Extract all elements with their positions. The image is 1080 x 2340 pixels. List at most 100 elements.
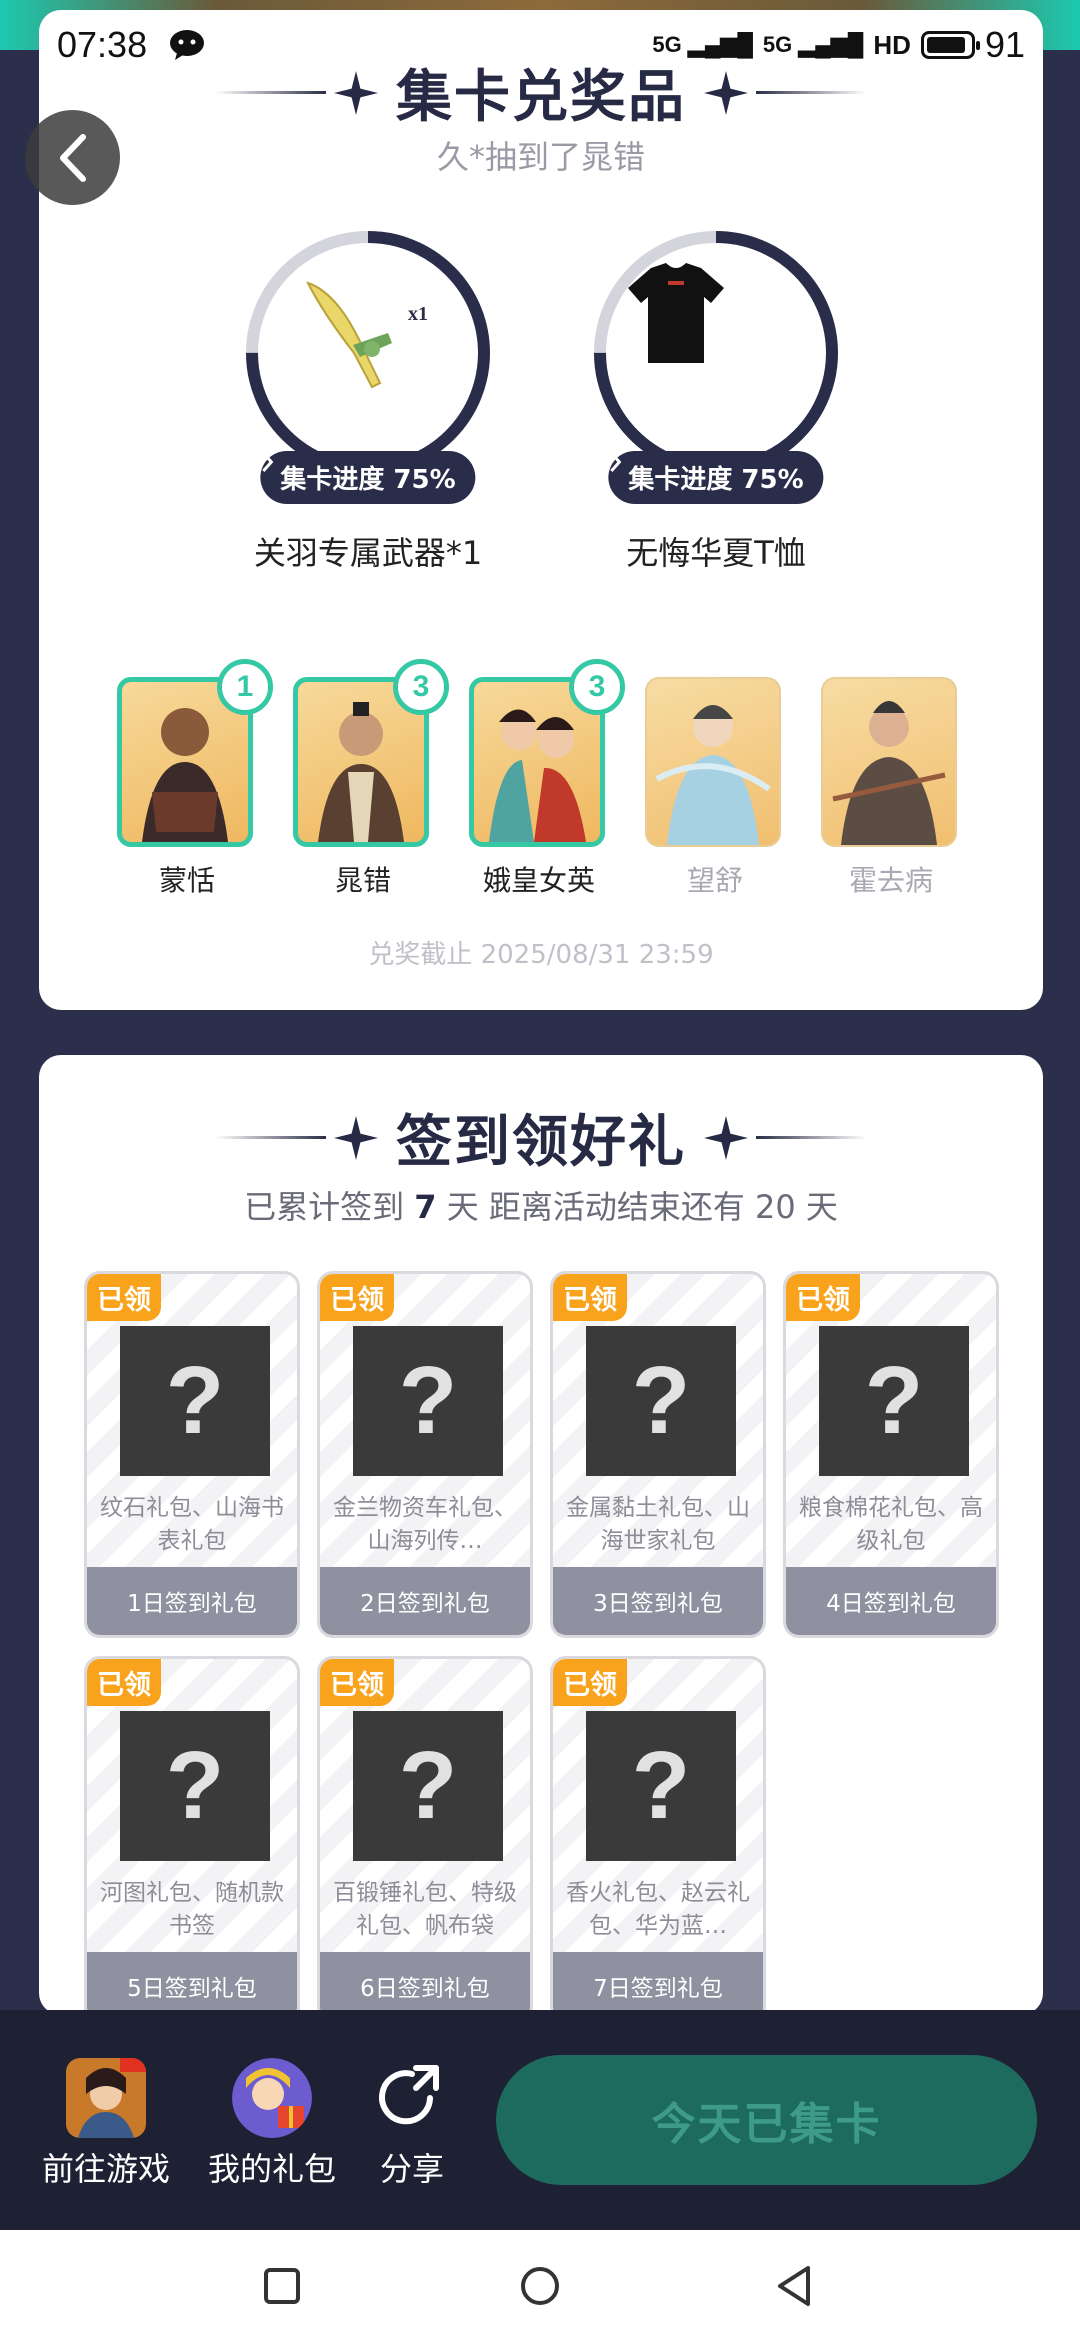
gift-day-label: 3日签到礼包 <box>553 1567 763 1635</box>
gift-image: ? <box>353 1326 503 1476</box>
claimed-tag: 已领 <box>87 1659 161 1706</box>
progress-label: 集卡进度 75% <box>280 465 456 495</box>
gift-day-5[interactable]: 已领 ? 河图礼包、随机款书签 5日签到礼包 <box>84 1656 300 2023</box>
claimed-tag: 已领 <box>320 1274 394 1321</box>
bottom-action-bar: 前往游戏 我的礼包 分享 今天已集卡 <box>0 2010 1080 2230</box>
progress-ring: 集卡进度 75% <box>591 228 841 504</box>
hero-card-ehuangnvying[interactable]: 3 娥皇女英 <box>469 659 625 899</box>
chevron-left-icon <box>59 133 86 182</box>
winner-ticker: 久*抽到了晁错 <box>436 138 645 176</box>
claimed-tag: 已领 <box>553 1659 627 1706</box>
gift-day-6[interactable]: 已领 ? 百锻锤礼包、特级礼包、帆布袋 6日签到礼包 <box>317 1656 533 2023</box>
tshirt-image <box>616 253 816 453</box>
recent-apps-button[interactable] <box>254 2258 310 2314</box>
prize-name: 关羽专属武器*1 <box>253 534 483 572</box>
hero-portrait <box>821 677 957 847</box>
gift-image: ? <box>120 1711 270 1861</box>
share-label: 分享 <box>379 2150 444 2188</box>
square-icon <box>264 2268 300 2304</box>
hd-indicator: HD <box>873 29 911 60</box>
gift-day-label: 4日签到礼包 <box>786 1567 996 1635</box>
my-gifts-label: 我的礼包 <box>208 2150 337 2188</box>
gift-day-4[interactable]: 已领 ? 粮食棉花礼包、高级礼包 4日签到礼包 <box>783 1271 999 1638</box>
chevron-right-icon <box>262 452 274 472</box>
hero-card-wangshu[interactable]: 望舒 <box>645 677 785 899</box>
sparkle-icon <box>704 1115 748 1160</box>
question-mark-icon: ? <box>864 1347 924 1454</box>
signin-summary: 已累计签到 7 天 距离活动结束还有 20 天 <box>39 1182 1043 1228</box>
summary-prefix: 已累计签到 <box>244 1188 415 1226</box>
gift-day-1[interactable]: 已领 ? 纹石礼包、山海书表礼包 1日签到礼包 <box>84 1271 300 1638</box>
triangle-back-icon <box>778 2266 810 2306</box>
question-mark-icon: ? <box>398 1732 458 1839</box>
collect-progress-pill[interactable]: 集卡进度 75% <box>260 451 476 504</box>
question-mark-icon: ? <box>398 1347 458 1454</box>
question-mark-icon: ? <box>631 1732 691 1839</box>
title-line-right <box>756 1136 866 1139</box>
go-to-game-button[interactable]: 前往游戏 <box>42 2058 170 2190</box>
gift-day-7[interactable]: 已领 ? 香火礼包、赵云礼包、华为蓝… 7日签到礼包 <box>550 1656 766 2023</box>
hero-name: 望舒 <box>686 864 743 897</box>
question-mark-icon: ? <box>165 1732 225 1839</box>
claimed-tag: 已领 <box>320 1659 394 1706</box>
my-gifts-icon <box>232 2058 312 2138</box>
hero-card-huoqubing[interactable]: 霍去病 <box>821 677 961 899</box>
share-icon <box>372 2058 452 2138</box>
hero-name: 霍去病 <box>848 864 933 897</box>
gift-day-label: 2日签到礼包 <box>320 1567 530 1635</box>
back-button[interactable] <box>25 110 120 205</box>
question-mark-icon: ? <box>165 1347 225 1454</box>
gift-image: ? <box>120 1326 270 1476</box>
battery-level: 91 <box>984 24 1025 65</box>
gift-desc: 粮食棉花礼包、高级礼包 <box>799 1495 983 1554</box>
hero-portrait <box>645 677 781 847</box>
prize-name: 无悔华夏T恤 <box>626 534 806 572</box>
share-button[interactable]: 分享 <box>372 2058 452 2190</box>
question-mark-icon: ? <box>631 1347 691 1454</box>
signin-section-title: 签到领好礼 <box>39 1097 1043 1178</box>
game-app-icon <box>66 2058 146 2138</box>
gift-day-label: 1日签到礼包 <box>87 1567 297 1635</box>
weapon-image: x1 <box>268 253 468 453</box>
gift-day-3[interactable]: 已领 ? 金属黏土礼包、山海世家礼包 3日签到礼包 <box>550 1271 766 1638</box>
claimed-tag: 已领 <box>553 1274 627 1321</box>
signal-label: 5G <box>652 32 682 57</box>
days-signed: 7 <box>414 1188 437 1226</box>
gift-image: ? <box>586 1711 736 1861</box>
gift-image: ? <box>353 1711 503 1861</box>
status-time: 07:38 <box>57 24 148 65</box>
weapon-qty: x1 <box>408 303 428 325</box>
hero-name: 娥皇女英 <box>482 864 595 897</box>
gift-desc: 香火礼包、赵云礼包、华为蓝… <box>566 1880 750 1939</box>
back-nav-button[interactable] <box>766 2258 822 2314</box>
go-game-label: 前往游戏 <box>42 2150 171 2188</box>
home-button[interactable] <box>512 2258 568 2314</box>
title-line-left <box>216 1136 326 1139</box>
my-gifts-button[interactable]: 我的礼包 <box>208 2058 336 2190</box>
sparkle-icon <box>334 1115 378 1160</box>
prize-weapon[interactable]: x1 集卡进度 75% 关羽专属武器*1 <box>243 228 493 574</box>
gift-desc: 河图礼包、随机款书签 <box>100 1880 284 1939</box>
card-count-badge: 1 <box>217 659 273 715</box>
collect-progress-pill[interactable]: 集卡进度 75% <box>608 451 824 504</box>
title-line-right <box>756 91 866 94</box>
wechat-notification-icon <box>170 30 205 60</box>
card-count-badge: 3 <box>569 659 625 715</box>
gift-desc: 纹石礼包、山海书表礼包 <box>100 1495 284 1554</box>
hero-card-chaocuo[interactable]: 3 晁错 <box>293 659 449 899</box>
collected-today-button[interactable]: 今天已集卡 <box>496 2055 1037 2185</box>
gift-desc: 百锻锤礼包、特级礼包、帆布袋 <box>333 1880 517 1939</box>
card-count-badge: 3 <box>393 659 449 715</box>
gift-day-2[interactable]: 已领 ? 金兰物资车礼包、山海列传… 2日签到礼包 <box>317 1271 533 1638</box>
progress-label: 集卡进度 75% <box>628 465 804 495</box>
gift-image: ? <box>819 1326 969 1476</box>
gift-desc: 金兰物资车礼包、山海列传… <box>333 1495 517 1554</box>
system-nav-bar <box>0 2230 1080 2340</box>
hero-name: 晁错 <box>334 864 391 897</box>
prize-tshirt[interactable]: 集卡进度 75% 无悔华夏T恤 <box>591 228 841 574</box>
progress-ring: x1 集卡进度 75% <box>243 228 493 504</box>
hero-card-mengtian[interactable]: 1 蒙恬 <box>117 659 273 899</box>
signal-label: 5G <box>762 32 793 57</box>
battery-fill <box>926 37 966 53</box>
claimed-tag: 已领 <box>87 1274 161 1321</box>
